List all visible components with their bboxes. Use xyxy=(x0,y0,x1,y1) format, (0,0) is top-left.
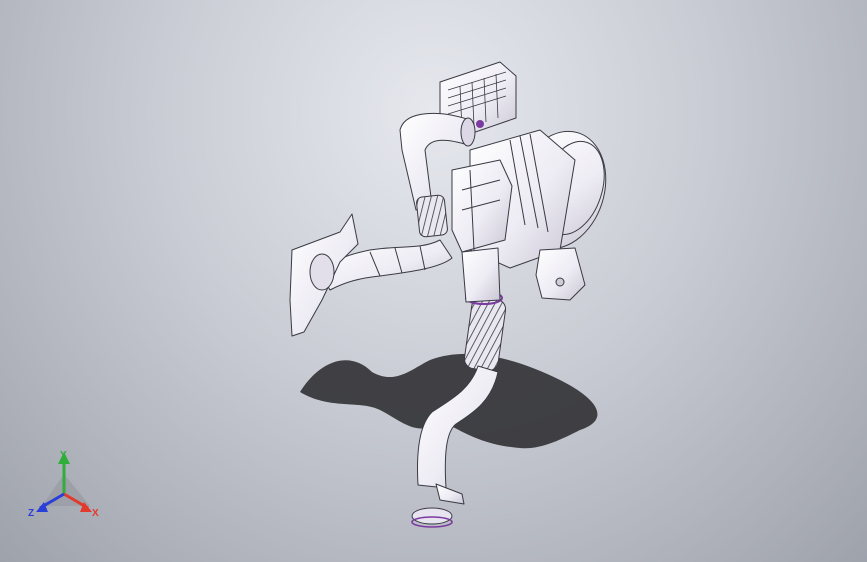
outlet-collar[interactable] xyxy=(411,507,453,525)
graphics-viewport[interactable]: Y X Z xyxy=(0,0,867,562)
intake-duct-assembly[interactable] xyxy=(289,61,620,528)
coupler-stub[interactable] xyxy=(461,247,501,303)
triad-z-label: Z xyxy=(28,508,34,519)
triad-x-label: X xyxy=(92,508,99,519)
view-orientation-triad[interactable]: Y X Z xyxy=(28,450,99,519)
lower-pipe-nipple[interactable] xyxy=(435,483,465,505)
clamp-accent-top xyxy=(476,120,484,128)
mount-bracket-right[interactable] xyxy=(535,247,586,301)
triad-y-label: Y xyxy=(60,450,67,461)
resonator-box[interactable] xyxy=(451,159,513,253)
left-flange xyxy=(309,253,335,291)
elbow-collar xyxy=(460,117,476,147)
bracket-hole xyxy=(555,277,565,287)
bellows-upper[interactable] xyxy=(416,194,448,238)
